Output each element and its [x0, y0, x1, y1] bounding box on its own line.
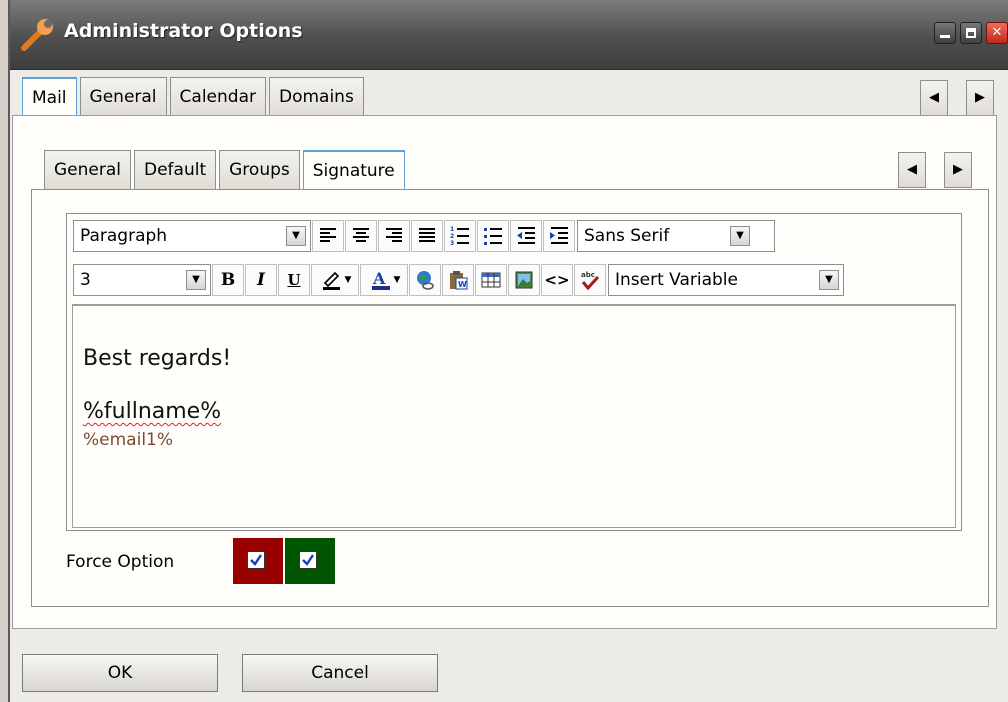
insert-link-button[interactable]	[409, 264, 441, 296]
signature-line-fullname: %fullname%	[83, 399, 222, 424]
chevron-down-icon: ▼	[730, 226, 750, 246]
toolbar-row-1: Paragraph ▼ 123 Sans Serif ▼	[73, 220, 775, 252]
tab-scroll-right-button[interactable]: ▶	[966, 80, 994, 116]
svg-text:abc: abc	[581, 271, 595, 279]
force-option-box-2	[285, 538, 335, 584]
chevron-down-icon: ▼	[344, 275, 352, 285]
align-right-button[interactable]	[378, 220, 410, 252]
sub-tab-bar: General Default Groups Signature	[44, 150, 408, 190]
source-code-button[interactable]: <>	[541, 264, 573, 296]
align-center-icon	[353, 228, 369, 242]
highlight-color-icon	[322, 271, 340, 290]
ordered-list-button[interactable]: 123	[444, 220, 476, 252]
paste-word-icon: W	[450, 271, 468, 290]
unordered-list-icon	[484, 228, 502, 245]
checkmark-icon	[250, 554, 262, 566]
top-tab-bar: Mail General Calendar Domains	[22, 77, 367, 117]
spellcheck-icon: abc	[581, 271, 600, 291]
chevron-down-icon: ▼	[393, 275, 401, 285]
signature-editor: Paragraph ▼ 123 Sans Serif ▼ 3 ▼ B I U ▼…	[66, 213, 962, 531]
triangle-right-icon: ▶	[953, 162, 963, 177]
chevron-down-icon: ▼	[819, 270, 839, 290]
italic-button[interactable]: I	[245, 264, 277, 296]
insert-variable-select[interactable]: Insert Variable ▼	[608, 264, 844, 296]
font-family-select[interactable]: Sans Serif ▼	[577, 220, 775, 252]
tab-general[interactable]: General	[79, 77, 167, 117]
subtab-default[interactable]: Default	[134, 150, 217, 190]
font-size-select[interactable]: 3 ▼	[73, 264, 211, 296]
insert-image-button[interactable]	[508, 264, 540, 296]
force-option-box-1	[233, 538, 283, 584]
subtab-scroll-left-button[interactable]: ◀	[898, 152, 926, 188]
title-bar[interactable]: Administrator Options ✕	[10, 0, 1008, 70]
svg-text:3: 3	[450, 240, 454, 247]
font-color-icon: A	[371, 269, 390, 290]
insert-link-icon	[417, 271, 434, 290]
underline-icon: U	[287, 271, 301, 289]
bold-icon: B	[220, 270, 236, 290]
tab-calendar[interactable]: Calendar	[169, 77, 266, 117]
align-left-button[interactable]	[312, 220, 344, 252]
toolbar-row-2: 3 ▼ B I U ▼ A ▼ W <> abc Insert Variable…	[73, 264, 844, 296]
svg-text:W: W	[458, 280, 467, 289]
unordered-list-button[interactable]	[477, 220, 509, 252]
indent-icon	[550, 227, 568, 244]
chevron-down-icon: ▼	[186, 270, 206, 290]
svg-text:1: 1	[450, 226, 454, 233]
subtab-signature[interactable]: Signature	[302, 150, 405, 190]
align-left-icon	[320, 228, 336, 242]
font-size-value: 3	[80, 270, 91, 290]
triangle-left-icon: ◀	[907, 162, 917, 177]
triangle-right-icon: ▶	[975, 90, 985, 105]
close-button[interactable]: ✕	[986, 22, 1008, 44]
insert-table-icon	[481, 272, 501, 288]
tab-scroll-left-button[interactable]: ◀	[920, 80, 948, 116]
insert-image-icon	[515, 271, 533, 289]
ok-button[interactable]: OK	[22, 654, 218, 692]
outdent-button[interactable]	[510, 220, 542, 252]
paste-word-button[interactable]: W	[442, 264, 474, 296]
svg-text:2: 2	[450, 233, 454, 240]
minimize-button[interactable]	[934, 22, 956, 44]
subtab-general[interactable]: General	[44, 150, 131, 190]
spellcheck-button[interactable]: abc	[574, 264, 606, 296]
signature-line-email: %email1%	[83, 430, 174, 450]
insert-table-button[interactable]	[475, 264, 507, 296]
bold-button[interactable]: B	[212, 264, 244, 296]
outdent-icon	[517, 227, 535, 244]
subtab-groups[interactable]: Groups	[219, 150, 300, 190]
cancel-button[interactable]: Cancel	[242, 654, 438, 692]
svg-text:A: A	[372, 269, 386, 288]
ordered-list-icon: 123	[450, 226, 469, 247]
triangle-left-icon: ◀	[929, 90, 939, 105]
tab-domains[interactable]: Domains	[268, 77, 364, 117]
source-code-icon: <>	[544, 271, 570, 289]
signature-content-area[interactable]: Best regards! %fullname% %email1%	[72, 304, 956, 528]
subtab-scroll-right-button[interactable]: ▶	[944, 152, 972, 188]
indent-button[interactable]	[543, 220, 575, 252]
insert-variable-value: Insert Variable	[615, 270, 738, 290]
checkmark-icon	[302, 554, 314, 566]
force-option-label: Force Option	[66, 552, 175, 572]
font-color-button[interactable]: A ▼	[360, 264, 408, 296]
align-justify-button[interactable]	[411, 220, 443, 252]
force-option-checkbox-1[interactable]	[247, 551, 265, 569]
align-right-icon	[386, 228, 402, 242]
underline-button[interactable]: U	[278, 264, 310, 296]
force-option-checkbox-2[interactable]	[299, 551, 317, 569]
font-family-value: Sans Serif	[584, 226, 670, 246]
block-format-value: Paragraph	[80, 226, 168, 246]
highlight-color-button[interactable]: ▼	[311, 264, 359, 296]
align-center-button[interactable]	[345, 220, 377, 252]
signature-line-greeting: Best regards!	[83, 346, 232, 371]
window-title: Administrator Options	[64, 20, 303, 42]
tab-mail[interactable]: Mail	[22, 77, 77, 116]
block-format-select[interactable]: Paragraph ▼	[73, 220, 311, 252]
italic-icon: I	[257, 270, 265, 290]
chevron-down-icon: ▼	[286, 226, 306, 246]
align-justify-icon	[419, 228, 435, 242]
maximize-button[interactable]	[960, 22, 982, 44]
wrench-icon	[21, 19, 53, 51]
